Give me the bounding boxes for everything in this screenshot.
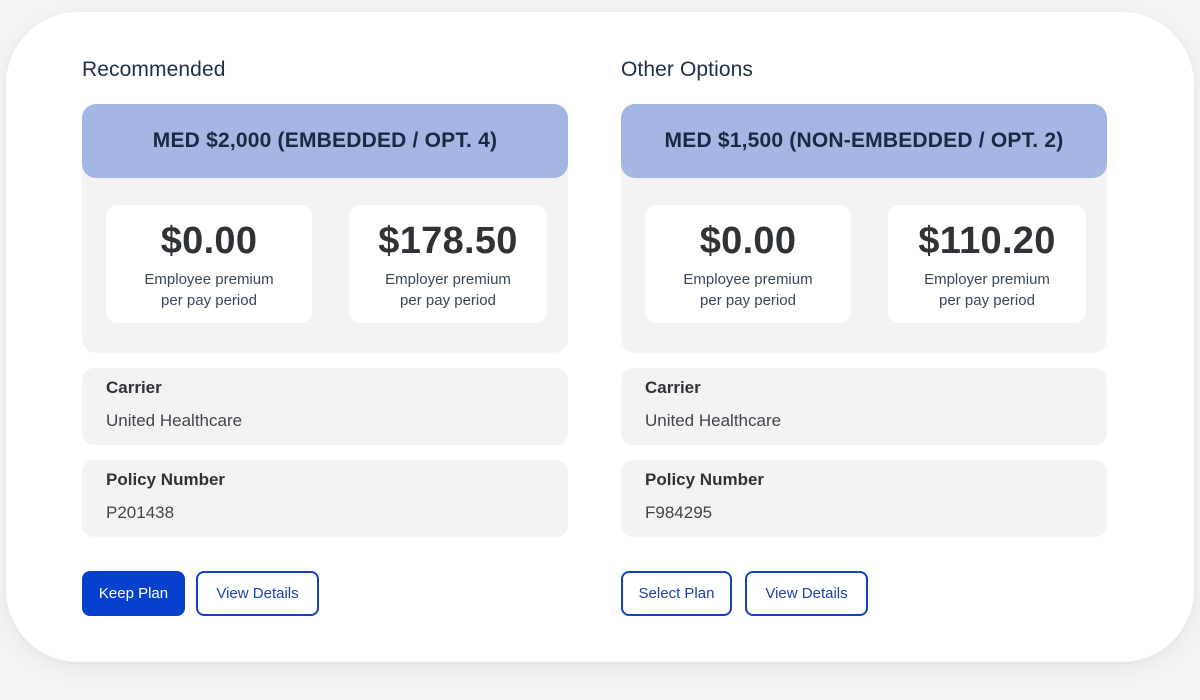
employer-premium-amount: $178.50 [378, 220, 518, 262]
employee-premium-label-line2: per pay period [161, 292, 257, 309]
employee-premium-box: $0.00 Employee premium per pay period [106, 205, 312, 323]
policy-number-value: F984295 [645, 503, 713, 522]
view-details-button[interactable]: View Details [196, 571, 319, 616]
section-title-other-options: Other Options [621, 58, 754, 81]
employee-premium-label-line2: per pay period [700, 292, 796, 309]
employer-premium-box: $110.20 Employer premium per pay period [888, 205, 1086, 323]
employee-premium-label-line1: Employee premium [144, 271, 274, 288]
keep-plan-button[interactable]: Keep Plan [82, 571, 185, 616]
policy-number-label: Policy Number [106, 470, 226, 489]
carrier-label: Carrier [106, 378, 162, 397]
plan-name-header: MED $1,500 (NON-EMBEDDED / OPT. 2) [621, 104, 1107, 178]
carrier-label: Carrier [645, 378, 701, 397]
plan-summary-panel: MED $1,500 (NON-EMBEDDED / OPT. 2) $0.00… [621, 104, 1107, 353]
employee-premium-amount: $0.00 [160, 220, 258, 262]
employer-premium-amount: $110.20 [918, 220, 1056, 262]
employee-premium-label-line1: Employee premium [683, 271, 813, 288]
employer-premium-box: $178.50 Employer premium per pay period [349, 205, 547, 323]
employer-premium-label-line1: Employer premium [924, 271, 1050, 288]
plan-summary-panel: MED $2,000 (EMBEDDED / OPT. 4) $0.00 Emp… [82, 104, 568, 353]
carrier-value: United Healthcare [645, 411, 782, 430]
employee-premium-box: $0.00 Employee premium per pay period [645, 205, 851, 323]
employee-premium-label: Employee premium per pay period [645, 269, 851, 311]
employer-premium-label: Employer premium per pay period [349, 269, 547, 311]
employer-premium-label-line1: Employer premium [385, 271, 511, 288]
carrier-value: United Healthcare [106, 411, 243, 430]
employee-premium-label: Employee premium per pay period [106, 269, 312, 311]
employer-premium-label-line2: per pay period [939, 292, 1035, 309]
employer-premium-label: Employer premium per pay period [888, 269, 1086, 311]
carrier-panel: Carrier United Healthcare [621, 368, 1107, 445]
plan-name-header: MED $2,000 (EMBEDDED / OPT. 4) [82, 104, 568, 178]
policy-number-panel: Policy Number F984295 [621, 460, 1107, 537]
section-title-recommended: Recommended [82, 58, 226, 81]
employee-premium-amount: $0.00 [699, 220, 797, 262]
policy-number-panel: Policy Number P201438 [82, 460, 568, 537]
policy-number-label: Policy Number [645, 470, 765, 489]
policy-number-value: P201438 [106, 503, 175, 522]
select-plan-button[interactable]: Select Plan [621, 571, 732, 616]
view-details-button[interactable]: View Details [745, 571, 868, 616]
employer-premium-label-line2: per pay period [400, 292, 496, 309]
plan-comparison-card: Recommended MED $2,000 (EMBEDDED / OPT. … [6, 12, 1194, 662]
carrier-panel: Carrier United Healthcare [82, 368, 568, 445]
